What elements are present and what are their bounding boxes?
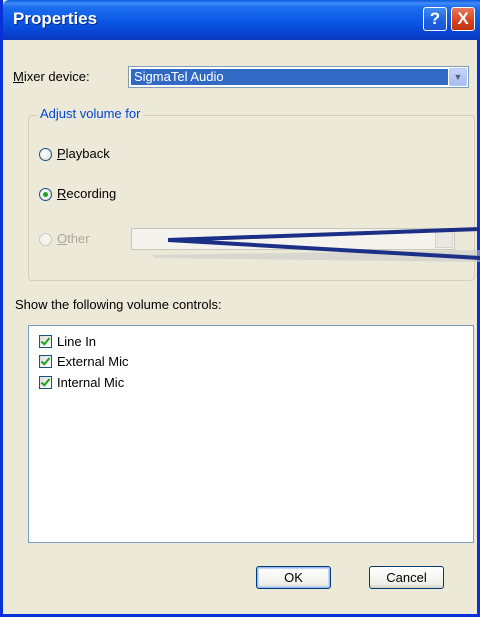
recording-radio[interactable] — [39, 188, 52, 201]
mixer-device-label: Mixer device: — [13, 69, 90, 84]
properties-dialog: Properties ? X Mixer device: SigmaTel Au… — [0, 0, 480, 617]
mixer-device-mnemonic: M — [13, 69, 24, 84]
dropdown-arrow-icon[interactable]: ▼ — [449, 68, 467, 86]
recording-label-rest: ecording — [66, 186, 117, 201]
playback-radio[interactable] — [39, 148, 52, 161]
other-radio — [39, 233, 52, 246]
recording-label[interactable]: Recording — [57, 186, 116, 201]
help-icon[interactable]: ? — [423, 7, 447, 31]
check-icon[interactable] — [39, 335, 52, 348]
playback-label[interactable]: Playback — [57, 146, 110, 161]
check-icon[interactable] — [39, 355, 52, 368]
window-title: Properties — [13, 9, 98, 28]
list-item-label: Internal Mic — [57, 375, 125, 390]
other-dropdown-arrow-icon — [435, 230, 453, 248]
other-label: Other — [57, 231, 90, 246]
ok-button[interactable]: OK — [256, 566, 331, 589]
volume-controls-label: Show the following volume controls: — [15, 297, 222, 312]
playback-mnemonic: P — [57, 146, 66, 161]
close-icon[interactable]: X — [451, 7, 475, 31]
other-device-dropdown — [131, 228, 455, 250]
check-icon[interactable] — [39, 376, 52, 389]
volume-controls-list[interactable]: Line In External Mic Internal Mic — [28, 325, 474, 543]
other-label-rest: ther — [67, 231, 90, 246]
playback-label-rest: layback — [65, 146, 110, 161]
cancel-button[interactable]: Cancel — [369, 566, 444, 589]
mixer-device-value: SigmaTel Audio — [131, 69, 448, 85]
other-mnemonic: O — [57, 231, 68, 246]
recording-mnemonic: R — [57, 186, 67, 201]
list-item-label: Line In — [57, 334, 97, 349]
list-item-label: External Mic — [57, 354, 129, 369]
adjust-volume-legend: Adjust volume for — [37, 106, 144, 121]
mixer-device-dropdown[interactable]: SigmaTel Audio ▼ — [128, 66, 469, 88]
mixer-device-label-rest: ixer device: — [23, 69, 90, 84]
title-bar[interactable]: Properties ? X — [3, 0, 480, 40]
